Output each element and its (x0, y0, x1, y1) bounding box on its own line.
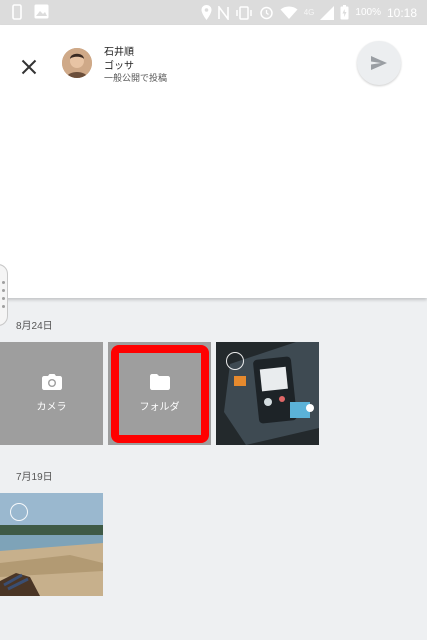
vibrate-icon (235, 5, 252, 20)
camera-label: カメラ (36, 402, 67, 413)
close-button[interactable] (14, 52, 44, 82)
status-bar: 4G 100% 10:18 (0, 0, 427, 25)
folder-highlight-box (111, 345, 209, 443)
location-icon (201, 5, 212, 20)
camera-icon (41, 374, 62, 390)
network-type: 4G (303, 8, 315, 17)
user-name: 石井順 (104, 47, 134, 58)
send-button[interactable] (357, 41, 401, 85)
side-drag-handle[interactable] (0, 264, 8, 326)
signal-icon (320, 5, 335, 20)
alarm-icon (259, 6, 273, 20)
select-circle[interactable] (226, 352, 244, 370)
image-icon (34, 4, 49, 19)
battery-percent: 100% (355, 7, 381, 18)
phone-icon (12, 4, 22, 20)
wifi-icon (280, 6, 298, 19)
avatar-image (62, 48, 92, 78)
photo-tile[interactable] (216, 342, 319, 445)
battery-icon (340, 5, 349, 20)
clock: 10:18 (386, 5, 417, 20)
camera-tile[interactable]: カメラ (0, 342, 103, 445)
page-name: ゴッサ (104, 61, 134, 72)
select-circle[interactable] (10, 503, 28, 521)
compose-panel: 石井順 ゴッサ 一般公開で投稿 (0, 25, 427, 298)
section-date: 8月24日 (16, 321, 53, 332)
section-date: 7月19日 (16, 472, 53, 483)
avatar (62, 48, 92, 78)
post-visibility[interactable]: 一般公開で投稿 (104, 71, 167, 84)
send-icon (371, 56, 387, 70)
photo-tile[interactable] (0, 493, 103, 596)
nfc-icon (217, 5, 229, 20)
close-icon (21, 59, 37, 75)
